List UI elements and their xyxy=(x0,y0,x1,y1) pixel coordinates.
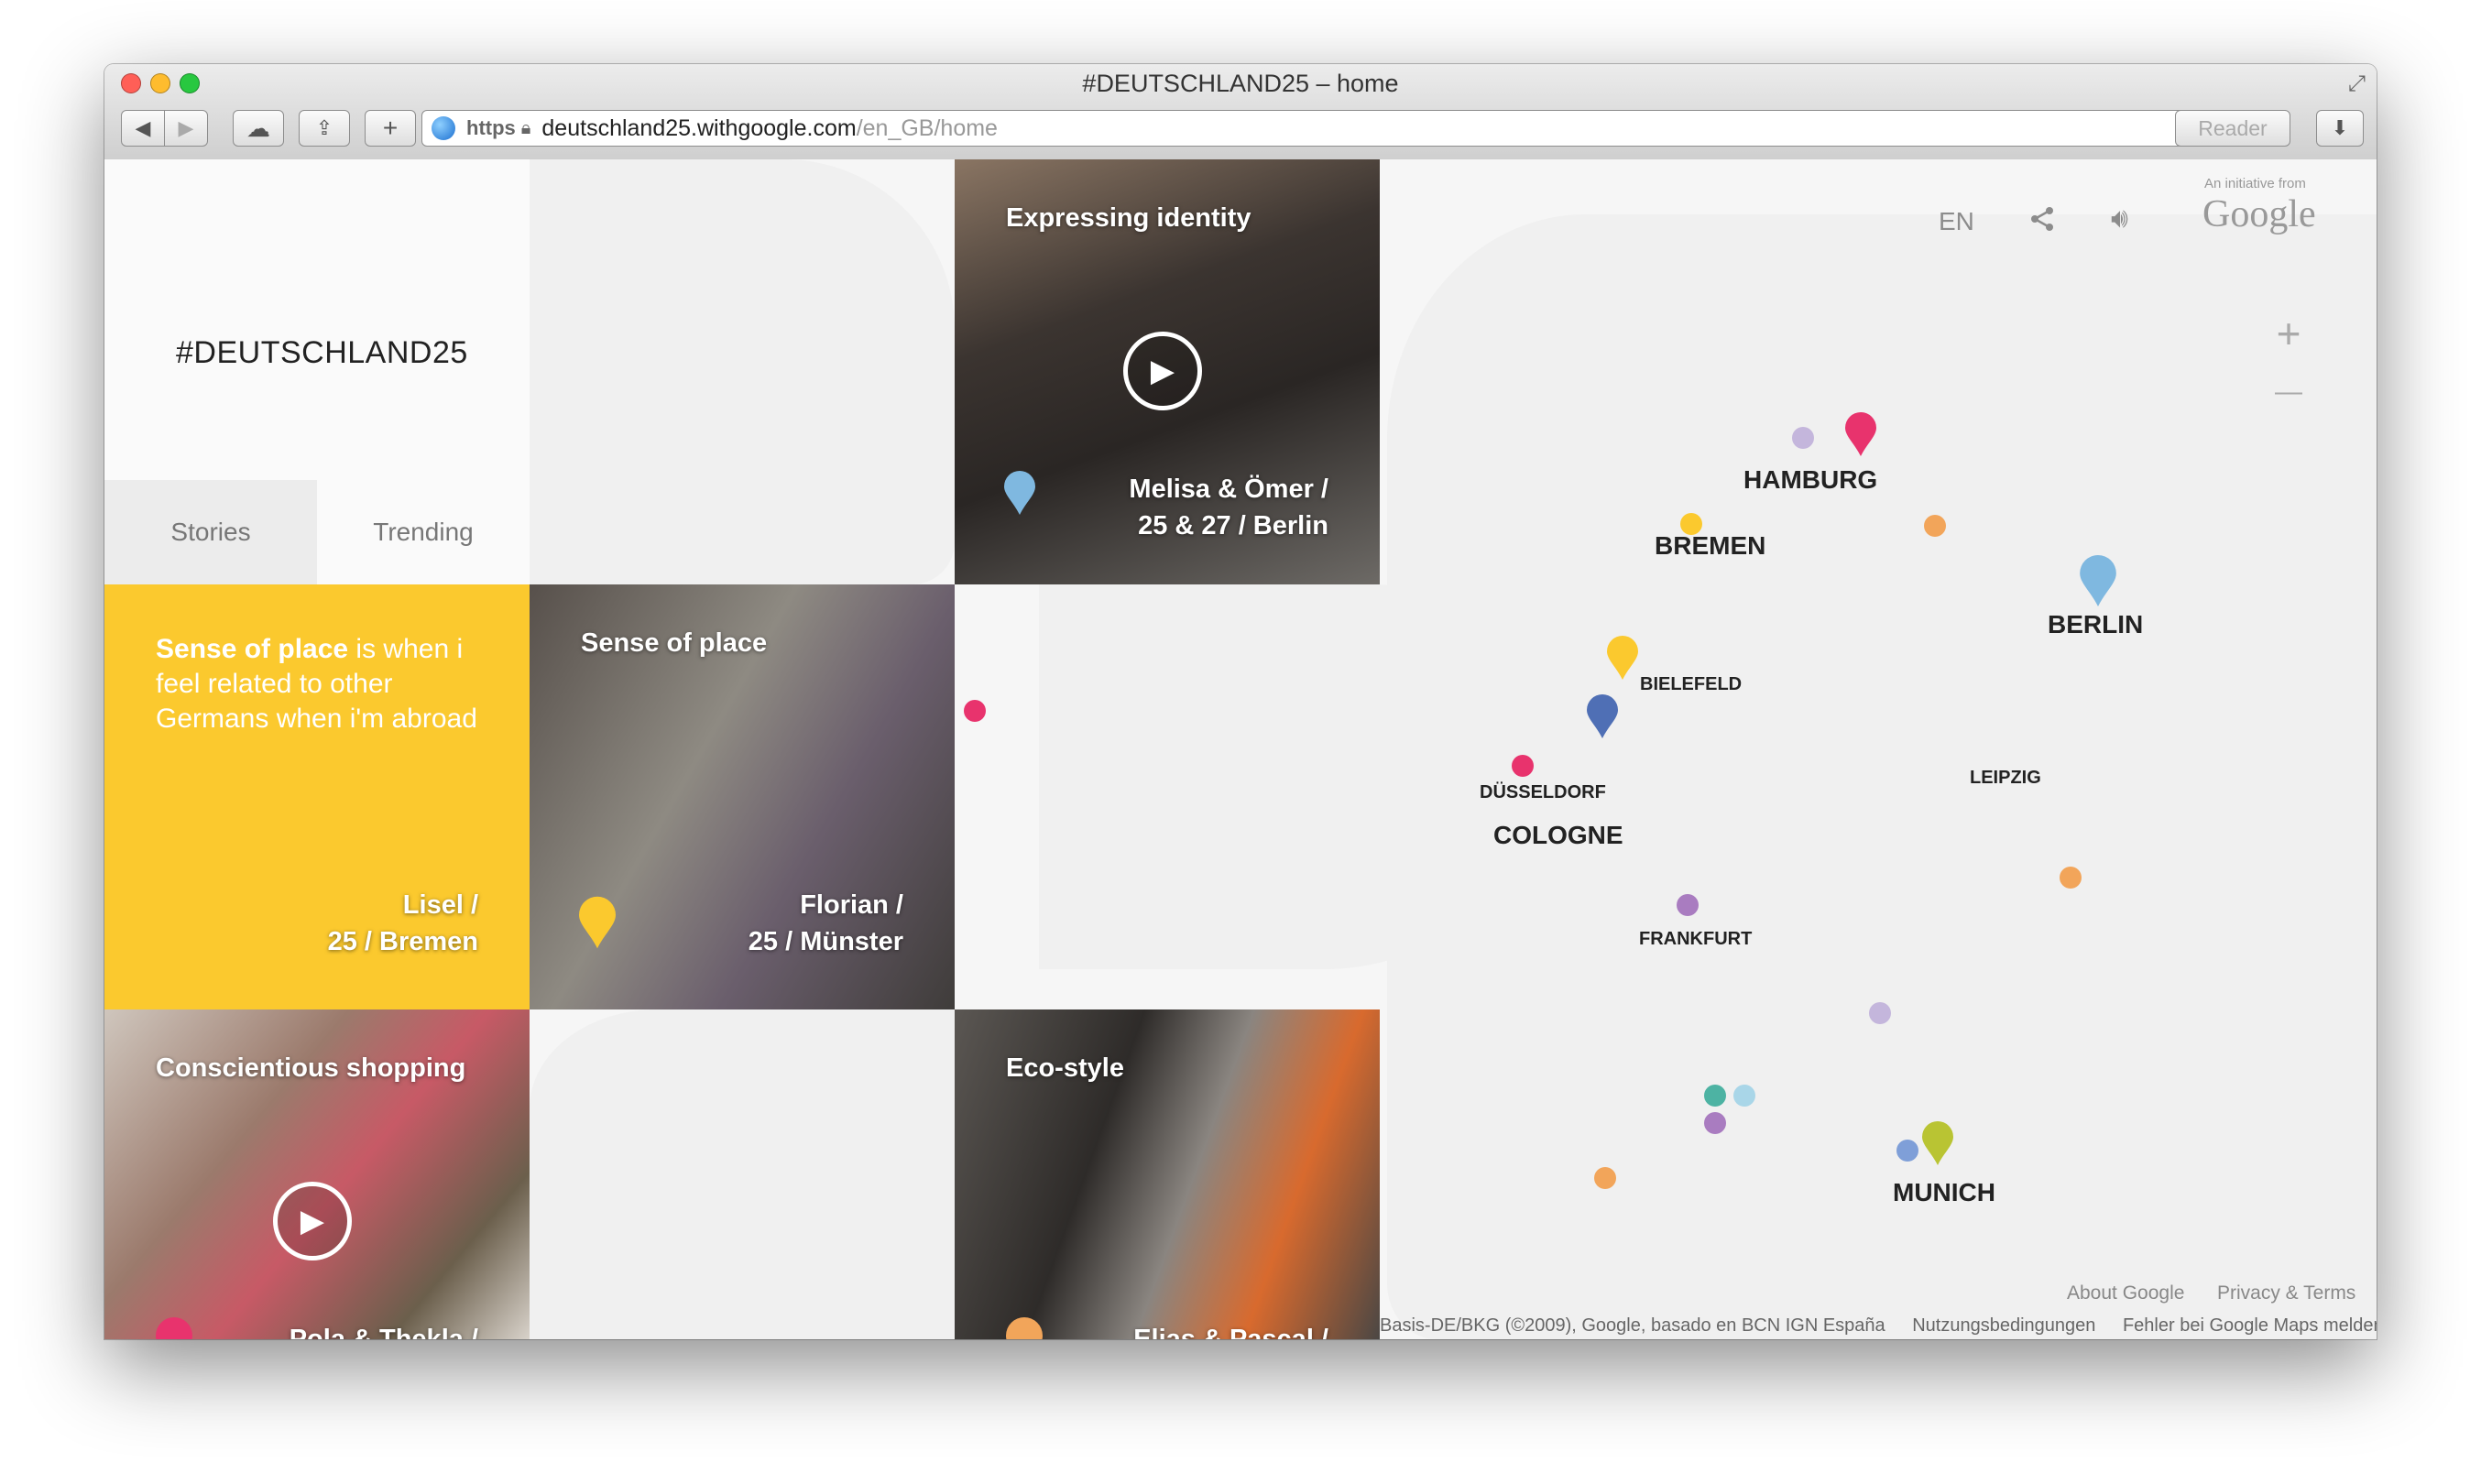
map-marker[interactable] xyxy=(1704,1112,1726,1134)
browser-window: #DEUTSCHLAND25 – home ⤢ ◀ ▶ ☁ ⇪ + https … xyxy=(104,64,2377,1339)
story-tile-sense-of-place[interactable]: Sense of place Florian / 25 / Münster xyxy=(530,584,955,1009)
map-marker[interactable] xyxy=(1704,1085,1726,1107)
language-selector[interactable]: EN xyxy=(1939,207,1974,236)
story-title: Expressing identity xyxy=(1006,203,1251,233)
location-pin-icon xyxy=(1006,1317,1043,1339)
story-author-line2: 25 / Bremen xyxy=(327,927,478,956)
zoom-out-button[interactable]: — xyxy=(2259,363,2318,421)
map-marker[interactable] xyxy=(1594,1167,1616,1189)
map-marker[interactable] xyxy=(1869,1002,1891,1024)
play-icon[interactable]: ▶ xyxy=(1123,332,1202,410)
address-bar[interactable]: https 🔒︎ deutschland25.withgoogle.com/en… xyxy=(421,110,2268,147)
city-label-munich: MUNICH xyxy=(1893,1178,1995,1206)
map-pin-icon[interactable] xyxy=(1845,412,1876,456)
new-tab-button[interactable]: + xyxy=(365,110,416,147)
city-label-bremen: BREMEN xyxy=(1655,531,1766,560)
city-label-frankfurt: FRANKFURT xyxy=(1639,929,1753,949)
story-tile-conscientious-shopping[interactable]: Conscientious shopping ▶ Pola & Thekla / xyxy=(104,1009,530,1339)
forward-button[interactable]: ▶ xyxy=(164,110,208,147)
story-author-line1: Florian / xyxy=(800,890,903,920)
url-host: deutschland25.withgoogle.com xyxy=(541,115,857,141)
map-attribution: Basis-DE/BKG (©2009), Google, basado en … xyxy=(1380,1315,2377,1337)
map-land xyxy=(530,1009,955,1339)
story-author-line1: Melisa & Ömer / xyxy=(1129,475,1328,504)
downloads-button[interactable]: ⬇ xyxy=(2316,110,2364,147)
attribution-text: Basis-DE/BKG (©2009), Google, basado en … xyxy=(1380,1315,1885,1336)
city-label-hamburg: HAMBURG xyxy=(1743,465,1878,494)
city-label-berlin: BERLIN xyxy=(2048,610,2144,638)
map-marker[interactable] xyxy=(964,700,986,722)
city-label-cologne: COLOGNE xyxy=(1493,821,1623,849)
story-title: Sense of place xyxy=(581,628,768,658)
tab-stories[interactable]: Stories xyxy=(104,480,317,584)
share-icon[interactable] xyxy=(2028,205,2056,233)
story-tile-eco-style[interactable]: Eco-style Elias & Pascal / xyxy=(955,1009,1380,1339)
back-button[interactable]: ◀ xyxy=(121,110,165,147)
map-pin-icon[interactable] xyxy=(1607,636,1638,680)
story-author-line1: Lisel / xyxy=(402,890,478,920)
story-author-line1: Pola & Thekla / xyxy=(289,1325,478,1339)
quote-highlight: Sense of place xyxy=(156,634,349,664)
map-land xyxy=(530,159,955,584)
about-google-link[interactable]: About Google xyxy=(2067,1282,2184,1304)
map-pin-icon[interactable] xyxy=(2080,555,2116,606)
location-pin-icon xyxy=(1004,471,1035,515)
location-pin-icon xyxy=(156,1317,192,1339)
map-marker[interactable] xyxy=(1924,515,1946,537)
map-pin-icon[interactable] xyxy=(1587,694,1618,738)
story-author-line2: 25 / Münster xyxy=(748,927,903,956)
story-author: Florian / 25 / Münster xyxy=(749,887,903,960)
page-content: #DEUTSCHLAND25 Stories Trending Expressi… xyxy=(104,159,2377,1339)
sound-icon[interactable]: 🔊︎ xyxy=(2111,203,2128,235)
map-marker[interactable] xyxy=(1896,1140,1918,1162)
globe-icon xyxy=(432,116,455,140)
play-icon[interactable]: ▶ xyxy=(273,1182,352,1260)
share-button[interactable]: ⇪ xyxy=(299,110,350,147)
map-land xyxy=(1039,584,1515,969)
story-author: Lisel / 25 / Bremen xyxy=(328,887,478,960)
map-land xyxy=(1387,214,2377,1339)
map-marker[interactable] xyxy=(1792,427,1814,449)
city-label-bielefeld: BIELEFELD xyxy=(1640,674,1743,694)
story-author: Elias & Pascal / xyxy=(1133,1321,1328,1339)
report-map-error-link[interactable]: Fehler bei Google Maps melden xyxy=(2123,1315,2377,1336)
url-scheme: https xyxy=(466,116,516,139)
initiative-label: An initiative from xyxy=(2204,176,2306,191)
map-marker[interactable] xyxy=(1512,755,1534,777)
city-label-leipzig: LEIPZIG xyxy=(1970,768,2041,788)
fullscreen-icon[interactable]: ⤢ xyxy=(2348,71,2366,97)
url-path: /en_GB/home xyxy=(856,115,998,141)
location-pin-icon xyxy=(579,896,616,949)
quote-text: Sense of place is when i feel related to… xyxy=(156,632,495,737)
google-logo[interactable]: Google xyxy=(2202,192,2316,236)
map-marker[interactable] xyxy=(1733,1085,1755,1107)
map-marker[interactable] xyxy=(2060,867,2082,889)
map-terms-link[interactable]: Nutzungsbedingungen xyxy=(1912,1315,2095,1336)
reader-button[interactable]: Reader xyxy=(2175,110,2290,147)
browser-toolbar: #DEUTSCHLAND25 – home ⤢ ◀ ▶ ☁ ⇪ + https … xyxy=(104,64,2377,160)
map-marker[interactable] xyxy=(1677,894,1699,916)
story-author: Pola & Thekla / xyxy=(290,1321,478,1339)
story-author-line1: Elias & Pascal / xyxy=(1133,1325,1328,1339)
story-author: Melisa & Ömer / 25 & 27 / Berlin xyxy=(1129,471,1328,544)
story-title: Conscientious shopping xyxy=(156,1053,466,1083)
tab-trending[interactable]: Trending xyxy=(317,480,530,584)
story-title: Eco-style xyxy=(1006,1053,1124,1083)
lock-icon: 🔒︎ xyxy=(520,117,531,138)
story-author-line2: 25 & 27 / Berlin xyxy=(1138,511,1328,540)
map-pin-icon[interactable] xyxy=(1922,1121,1953,1165)
city-label-dusseldorf: DÜSSELDORF xyxy=(1480,782,1606,802)
privacy-terms-link[interactable]: Privacy & Terms xyxy=(2217,1282,2355,1304)
story-tile-quote[interactable]: Sense of place is when i feel related to… xyxy=(104,584,530,1009)
icloud-tabs-button[interactable]: ☁ xyxy=(233,110,284,147)
window-title: #DEUTSCHLAND25 – home xyxy=(1082,70,1399,97)
story-tile-expressing-identity[interactable]: Expressing identity ▶ Melisa & Ömer / 25… xyxy=(955,159,1380,584)
zoom-in-button[interactable]: + xyxy=(2259,304,2318,363)
site-logo[interactable]: #DEUTSCHLAND25 xyxy=(176,335,468,371)
